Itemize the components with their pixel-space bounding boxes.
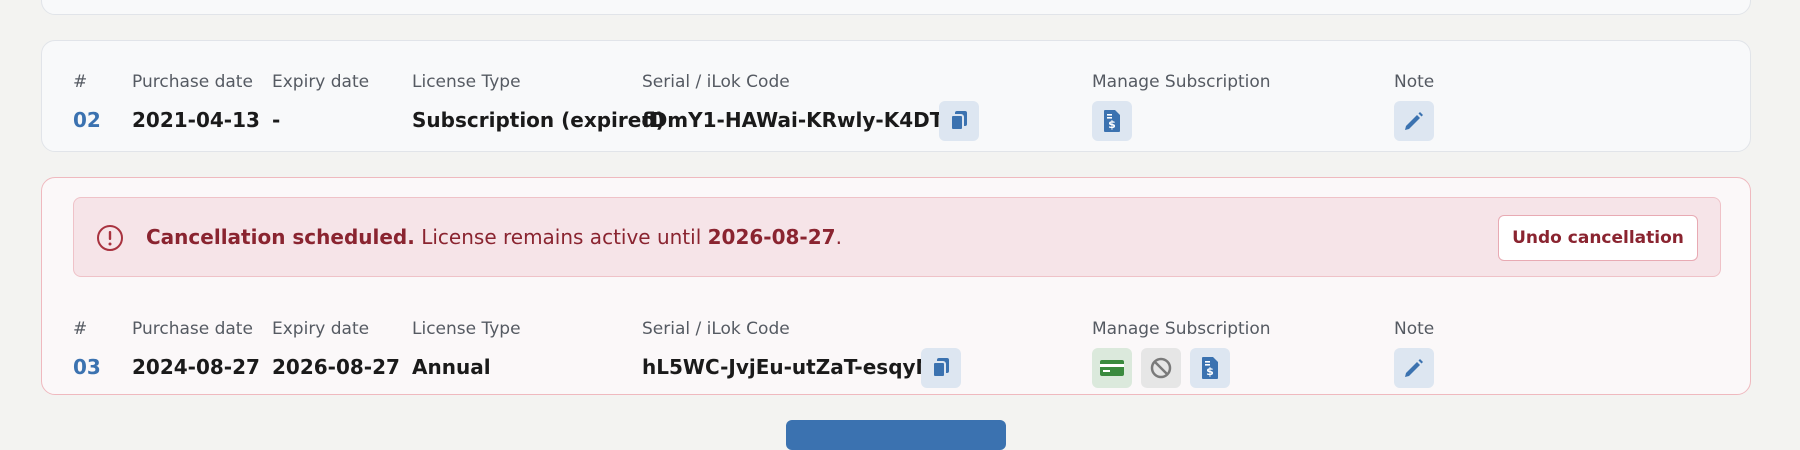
column-header-note: Note	[1394, 72, 1435, 92]
license-card-03: Cancellation scheduled. License remains …	[41, 177, 1751, 395]
pencil-icon	[1405, 112, 1423, 130]
alert-circle-icon	[97, 225, 123, 251]
svg-text:$: $	[1108, 118, 1116, 131]
copy-serial-button[interactable]	[939, 101, 979, 141]
cancellation-period: .	[835, 225, 842, 249]
license-row: # Purchase date Expiry date License Type…	[42, 298, 1750, 390]
column-header-purchase-date: Purchase date	[132, 319, 253, 339]
copy-icon	[932, 358, 949, 378]
column-header-license-type: License Type	[412, 72, 521, 92]
purchase-date: 2024-08-27	[132, 355, 260, 379]
cancellation-text: License remains active until	[414, 225, 708, 249]
license-row: # Purchase date Expiry date License Type…	[42, 51, 1750, 143]
license-type: Subscription (expired)	[412, 108, 665, 132]
column-header-manage-subscription: Manage Subscription	[1092, 72, 1271, 92]
column-header-purchase-date: Purchase date	[132, 72, 253, 92]
view-invoice-button[interactable]: $	[1190, 348, 1230, 388]
license-card-02: # Purchase date Expiry date License Type…	[41, 40, 1751, 152]
view-invoice-button[interactable]: $	[1092, 101, 1132, 141]
update-payment-button[interactable]	[1092, 348, 1132, 388]
credit-card-icon	[1100, 360, 1124, 376]
expiry-date: -	[272, 108, 281, 132]
edit-note-button[interactable]	[1394, 348, 1434, 388]
undo-cancellation-button[interactable]: Undo cancellation	[1498, 215, 1698, 261]
column-header-expiry-date: Expiry date	[272, 72, 370, 92]
license-number: 02	[73, 108, 101, 132]
svg-text:$: $	[1206, 365, 1214, 378]
copy-icon	[950, 111, 967, 131]
cancel-icon	[1150, 357, 1172, 379]
invoice-icon: $	[1202, 357, 1218, 379]
invoice-icon: $	[1104, 110, 1120, 132]
cancellation-message: Cancellation scheduled. License remains …	[146, 225, 842, 249]
serial-code: hL5WC-JvjEu-utZaT-esqyM	[642, 355, 936, 379]
edit-note-button[interactable]	[1394, 101, 1434, 141]
copy-serial-button[interactable]	[921, 348, 961, 388]
column-header-serial: Serial / iLok Code	[642, 319, 790, 339]
serial-code: fDmY1-HAWai-KRwly-K4DTa	[642, 108, 955, 132]
cancellation-banner: Cancellation scheduled. License remains …	[73, 197, 1721, 277]
purchase-date: 2021-04-13	[132, 108, 260, 132]
cancel-subscription-button[interactable]	[1141, 348, 1181, 388]
column-header-number: #	[73, 72, 88, 92]
column-header-expiry-date: Expiry date	[272, 319, 370, 339]
previous-license-card	[41, 0, 1751, 15]
pencil-icon	[1405, 359, 1423, 377]
column-header-license-type: License Type	[412, 319, 521, 339]
column-header-manage-subscription: Manage Subscription	[1092, 319, 1271, 339]
column-header-note: Note	[1394, 319, 1435, 339]
column-header-serial: Serial / iLok Code	[642, 72, 790, 92]
column-header-number: #	[73, 319, 88, 339]
active-until-date: 2026-08-27	[707, 225, 836, 249]
license-number: 03	[73, 355, 101, 379]
license-type: Annual	[412, 355, 491, 379]
primary-action-button[interactable]	[786, 420, 1006, 450]
cancellation-title: Cancellation scheduled.	[146, 225, 415, 249]
expiry-date: 2026-08-27	[272, 355, 400, 379]
